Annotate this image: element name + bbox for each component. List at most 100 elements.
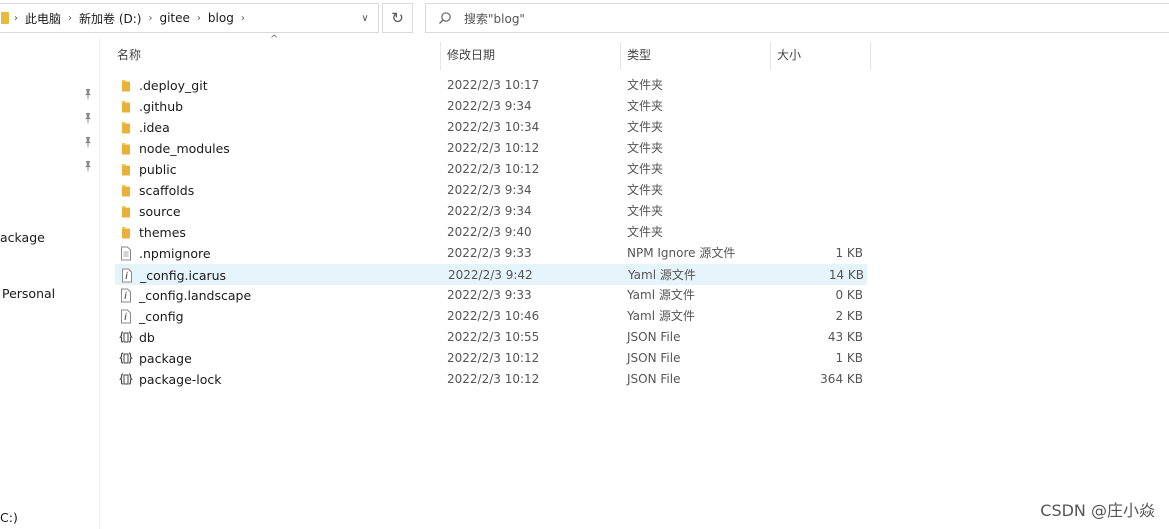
file-row[interactable]: source 2022/2/3 9:34 文件夹 bbox=[115, 201, 867, 222]
pin-icon[interactable] bbox=[82, 160, 94, 174]
file-type: 文件夹 bbox=[627, 183, 664, 197]
file-type: 文件夹 bbox=[627, 120, 664, 134]
file-date: 2022/2/3 10:12 bbox=[447, 372, 540, 386]
search-box[interactable]: 搜索"blog" bbox=[425, 3, 1169, 33]
file-name: _config.icarus bbox=[140, 268, 227, 283]
breadcrumb-blog[interactable]: blog bbox=[202, 11, 240, 25]
file-date: 2022/2/3 10:55 bbox=[447, 330, 540, 344]
file-date: 2022/2/3 9:33 bbox=[447, 246, 532, 260]
json-file-icon bbox=[119, 351, 133, 366]
file-date: 2022/2/3 10:12 bbox=[447, 162, 540, 176]
folder-icon bbox=[119, 225, 133, 240]
pin-icon[interactable] bbox=[82, 88, 94, 102]
column-divider[interactable] bbox=[770, 42, 771, 70]
breadcrumb: › 此电脑 › 新加卷 (D:) › gitee › blog › bbox=[0, 4, 246, 32]
file-size: 364 KB bbox=[820, 372, 863, 386]
file-row[interactable]: node_modules 2022/2/3 10:12 文件夹 bbox=[115, 138, 867, 159]
file-row[interactable]: db 2022/2/3 10:55 JSON File 43 KB bbox=[115, 327, 867, 348]
file-type: 文件夹 bbox=[627, 141, 664, 155]
column-divider[interactable] bbox=[870, 42, 871, 70]
breadcrumb-gitee[interactable]: gitee bbox=[153, 11, 195, 25]
file-name: .github bbox=[139, 99, 184, 114]
file-name: .npmignore bbox=[139, 246, 211, 261]
file-size bbox=[777, 222, 863, 243]
file-date: 2022/2/3 10:46 bbox=[447, 309, 540, 323]
file-row[interactable]: themes 2022/2/3 9:40 文件夹 bbox=[115, 222, 867, 243]
file-type: 文件夹 bbox=[627, 99, 664, 113]
yaml-file-icon bbox=[119, 309, 133, 324]
sort-ascending-icon: ^ bbox=[270, 34, 279, 45]
column-header-size[interactable]: 大小 bbox=[777, 40, 801, 70]
file-type: JSON File bbox=[627, 351, 681, 365]
file-row[interactable]: public 2022/2/3 10:12 文件夹 bbox=[115, 159, 867, 180]
refresh-icon: ↻ bbox=[391, 9, 404, 27]
file-size bbox=[777, 201, 863, 222]
file-type: JSON File bbox=[627, 330, 681, 344]
file-date: 2022/2/3 10:17 bbox=[447, 78, 540, 92]
file-row[interactable]: _config.landscape 2022/2/3 9:33 Yaml 源文件 0 … bbox=[115, 285, 867, 306]
file-row[interactable]: .npmignore 2022/2/3 9:33 NPM Ignore 源文件 1 K… bbox=[115, 243, 867, 264]
file-name: themes bbox=[139, 225, 186, 240]
folder-icon bbox=[119, 99, 133, 114]
file-row[interactable]: .idea 2022/2/3 10:34 文件夹 bbox=[115, 117, 867, 138]
file-name: db bbox=[139, 330, 155, 345]
yaml-file-icon bbox=[119, 288, 133, 303]
file-row[interactable]: package-lock 2022/2/3 10:12 JSON File 364 K… bbox=[115, 369, 867, 390]
file-date: 2022/2/3 10:12 bbox=[447, 351, 540, 365]
file-size: 0 KB bbox=[835, 288, 863, 302]
file-size bbox=[777, 159, 863, 180]
breadcrumb-drive-d[interactable]: 新加卷 (D:) bbox=[73, 10, 147, 27]
folder-icon bbox=[1, 12, 9, 24]
file-row[interactable]: _config 2022/2/3 10:46 Yaml 源文件 2 KB bbox=[115, 306, 867, 327]
file-date: 2022/2/3 9:34 bbox=[447, 183, 532, 197]
file-row[interactable]: .deploy_git 2022/2/3 10:17 文件夹 bbox=[115, 75, 867, 96]
file-row[interactable]: .github 2022/2/3 9:34 文件夹 bbox=[115, 96, 867, 117]
text-file-icon bbox=[119, 246, 133, 261]
json-file-icon bbox=[119, 330, 133, 345]
nav-pane-divider bbox=[99, 38, 100, 529]
json-file-icon bbox=[119, 372, 133, 387]
file-size bbox=[777, 138, 863, 159]
file-type: 文件夹 bbox=[627, 204, 664, 218]
column-divider[interactable] bbox=[620, 42, 621, 70]
file-type: 文件夹 bbox=[627, 162, 664, 176]
file-name: _config bbox=[139, 309, 184, 324]
chevron-right-icon[interactable]: › bbox=[240, 13, 246, 24]
file-size bbox=[777, 96, 863, 117]
search-input[interactable]: 搜索"blog" bbox=[464, 10, 525, 27]
file-row[interactable]: package 2022/2/3 10:12 JSON File 1 KB bbox=[115, 348, 867, 369]
file-name: _config.landscape bbox=[139, 288, 252, 303]
file-type: JSON File bbox=[627, 372, 681, 386]
folder-icon bbox=[119, 204, 133, 219]
file-date: 2022/2/3 9:40 bbox=[447, 225, 532, 239]
file-date: 2022/2/3 9:34 bbox=[447, 204, 532, 218]
search-icon bbox=[426, 11, 464, 25]
nav-item-package[interactable]: ackage bbox=[0, 230, 45, 245]
file-type: NPM Ignore 源文件 bbox=[627, 246, 736, 260]
file-date: 2022/2/3 10:12 bbox=[447, 141, 540, 155]
file-size: 43 KB bbox=[827, 330, 863, 344]
pin-icon[interactable] bbox=[82, 112, 94, 126]
file-row[interactable]: _config.icarus 2022/2/3 9:42 Yaml 源文件 14 KB bbox=[115, 264, 867, 285]
column-header-name[interactable]: 名称 bbox=[117, 40, 141, 70]
pin-icon[interactable] bbox=[82, 136, 94, 150]
file-name: package bbox=[139, 351, 192, 366]
file-size: 1 KB bbox=[835, 246, 863, 260]
nav-item-drive-c[interactable]: C:) bbox=[0, 510, 18, 525]
folder-icon bbox=[119, 120, 133, 135]
address-dropdown-icon[interactable]: ∨ bbox=[352, 4, 378, 32]
address-bar[interactable]: › 此电脑 › 新加卷 (D:) › gitee › blog › ∨ bbox=[0, 3, 379, 33]
file-size bbox=[777, 117, 863, 138]
file-size bbox=[777, 180, 863, 201]
column-header-type[interactable]: 类型 bbox=[627, 40, 651, 70]
file-type: Yaml 源文件 bbox=[628, 268, 696, 282]
file-row[interactable]: scaffolds 2022/2/3 9:34 文件夹 bbox=[115, 180, 867, 201]
file-name: public bbox=[139, 162, 177, 177]
file-type: Yaml 源文件 bbox=[627, 309, 695, 323]
refresh-button[interactable]: ↻ bbox=[382, 3, 413, 33]
nav-item-personal[interactable]: Personal bbox=[2, 286, 55, 301]
breadcrumb-this-pc[interactable]: 此电脑 bbox=[19, 10, 67, 27]
column-divider[interactable] bbox=[440, 42, 441, 70]
column-header-date[interactable]: 修改日期 bbox=[447, 40, 495, 70]
folder-icon bbox=[119, 78, 133, 93]
